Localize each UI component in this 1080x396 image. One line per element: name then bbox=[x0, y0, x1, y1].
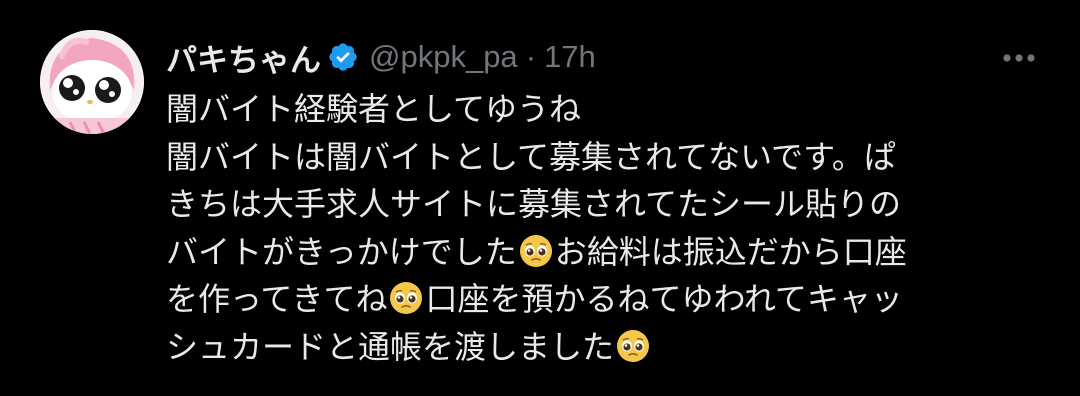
tweet-text-line: 闇バイト経験者としてゆうね bbox=[166, 86, 1046, 134]
tweet-text-segment: 闇バイトは闇バイトとして募集されてないです。ぱ bbox=[166, 137, 896, 176]
tweet-text-line: シュカードと通帳を渡しました bbox=[166, 324, 1046, 372]
pleading-face-emoji bbox=[616, 329, 650, 363]
tweet-text-segment: シュカードと通帳を渡しました bbox=[166, 327, 615, 366]
avatar[interactable] bbox=[40, 30, 144, 134]
tweet-text-segment: きちは大手求人サイトに募集されてたシール貼りの bbox=[166, 185, 902, 223]
tweet-text-segment: 口座を預かるねてゆわれてキャッ bbox=[425, 280, 903, 318]
timestamp[interactable]: 17h bbox=[544, 39, 596, 75]
tweet-text-segment: バイトがきっかけでした bbox=[166, 232, 517, 271]
pleading-face-emoji bbox=[519, 234, 553, 268]
tweet-text-segment: 闇バイト経験者としてゆうね bbox=[166, 90, 582, 128]
tweet-text-line: バイトがきっかけでした お給料は振込だから口座 bbox=[166, 229, 1046, 277]
tweet-text-segment: を作ってきてね bbox=[166, 280, 388, 318]
avatar-image bbox=[40, 30, 144, 134]
header-separator: · bbox=[525, 39, 537, 74]
tweet-text-line: を作ってきてね 口座を預かるねてゆわれてキャッ bbox=[166, 276, 1046, 324]
tweet[interactable]: パキちゃん @pkpk_pa · 17h 闇バイト経験者としてゆうね 闇バイトは… bbox=[0, 0, 1080, 396]
verified-badge-icon[interactable] bbox=[327, 41, 359, 73]
more-options-icon[interactable] bbox=[996, 40, 1042, 76]
display-name[interactable]: パキちゃん bbox=[166, 35, 321, 80]
tweet-text-line: きちは大手求人サイトに募集されてたシール貼りの bbox=[166, 181, 1046, 229]
user-handle[interactable]: @pkpk_pa bbox=[369, 39, 518, 75]
tweet-text-segment: お給料は振込だから口座 bbox=[554, 232, 907, 271]
tweet-header: パキちゃん @pkpk_pa · 17h bbox=[166, 32, 596, 82]
tweet-text: 闇バイト経験者としてゆうね 闇バイトは闇バイトとして募集されてないです。ぱ きち… bbox=[166, 86, 1046, 371]
tweet-text-line: 闇バイトは闇バイトとして募集されてないです。ぱ bbox=[166, 134, 1046, 182]
pleading-face-emoji bbox=[389, 281, 423, 315]
